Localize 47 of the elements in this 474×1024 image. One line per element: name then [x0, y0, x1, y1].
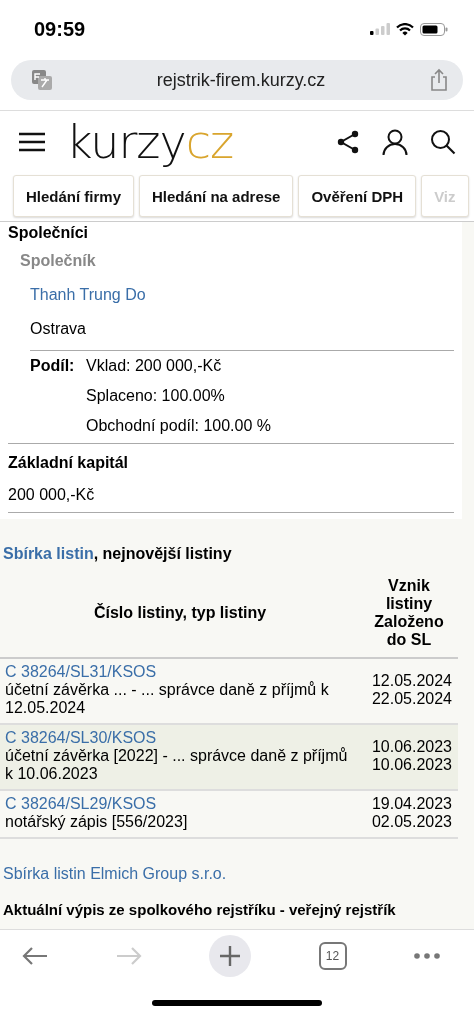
documents-heading: Sbírka listin, nejnovější listiny — [3, 545, 233, 563]
document-link[interactable]: C 38264/SL29/KSOS — [5, 795, 157, 812]
partner-link[interactable]: Thanh Trung Do — [30, 286, 146, 304]
documents-all-link[interactable]: Sbírka listin Elmich Group s.r.o. — [3, 865, 227, 883]
partner-city: Ostrava — [30, 320, 454, 351]
more-icon[interactable] — [414, 953, 440, 959]
section-heading: Základní kapitál — [8, 454, 130, 472]
status-time: 09:59 — [34, 17, 86, 41]
kurzy-logo[interactable]: kurzycz — [66, 119, 234, 165]
filed-date: 22.05.2024 — [370, 690, 452, 708]
section-subheading: Společník — [20, 252, 97, 270]
signal-icon — [370, 23, 390, 35]
tab-count-button[interactable]: 12 — [318, 942, 347, 970]
created-date: 10.06.2023 — [370, 738, 452, 756]
new-tab-icon[interactable] — [209, 935, 251, 977]
battery-icon — [420, 22, 448, 36]
column-header: Číslo listiny, typ listiny — [0, 569, 360, 658]
document-type: notářský zápis [556/2023] — [5, 813, 189, 831]
nav-tab[interactable]: Hledání na adrese — [139, 175, 294, 217]
share-detail: Vklad: 200 000,-Kč — [86, 357, 223, 375]
wifi-icon — [396, 22, 414, 36]
translate-icon[interactable] — [31, 69, 53, 91]
share-detail: Splaceno: 100.00% — [86, 387, 226, 405]
section-heading: Společníci — [8, 224, 90, 242]
capital-value: 200 000,-Kč — [8, 486, 454, 513]
url-text: rejstrik-firem.kurzy.cz — [156, 69, 326, 91]
nav-tab[interactable]: Hledání firmy — [13, 175, 135, 217]
filed-date: 02.05.2023 — [370, 813, 452, 831]
menu-icon[interactable] — [18, 131, 46, 153]
user-icon[interactable] — [382, 129, 408, 155]
back-arrow-icon[interactable] — [22, 946, 48, 966]
share-icon[interactable] — [336, 130, 360, 154]
documents-link[interactable]: Sbírka listin — [3, 545, 94, 562]
document-type: účetní závěrka ... - ... správce daně z příjmů k 12.05.2024 — [5, 681, 330, 717]
share-detail: Obchodní podíl: 100.00 % — [86, 417, 272, 435]
created-date: 12.05.2024 — [370, 672, 452, 690]
search-icon[interactable] — [430, 129, 456, 155]
section-heading: Aktuální výpis ze spolkového rejstříku - veřejný rejstřík — [3, 901, 397, 918]
document-link[interactable]: C 38264/SL30/KSOS — [5, 729, 157, 746]
nav-tab[interactable]: Ověření DPH — [298, 175, 417, 217]
document-type: účetní závěrka [2022] - ... správce daně z příjmů k 10.06.2023 — [5, 747, 349, 783]
address-bar[interactable]: rejstrik-firem.kurzy.cz — [11, 60, 463, 100]
column-header: Vznik listiny Založeno do SL — [360, 569, 458, 658]
document-link[interactable]: C 38264/SL31/KSOS — [5, 663, 157, 680]
share-label: Podíl: — [30, 357, 76, 376]
created-date: 19.04.2023 — [370, 795, 452, 813]
filed-date: 10.06.2023 — [370, 756, 452, 774]
